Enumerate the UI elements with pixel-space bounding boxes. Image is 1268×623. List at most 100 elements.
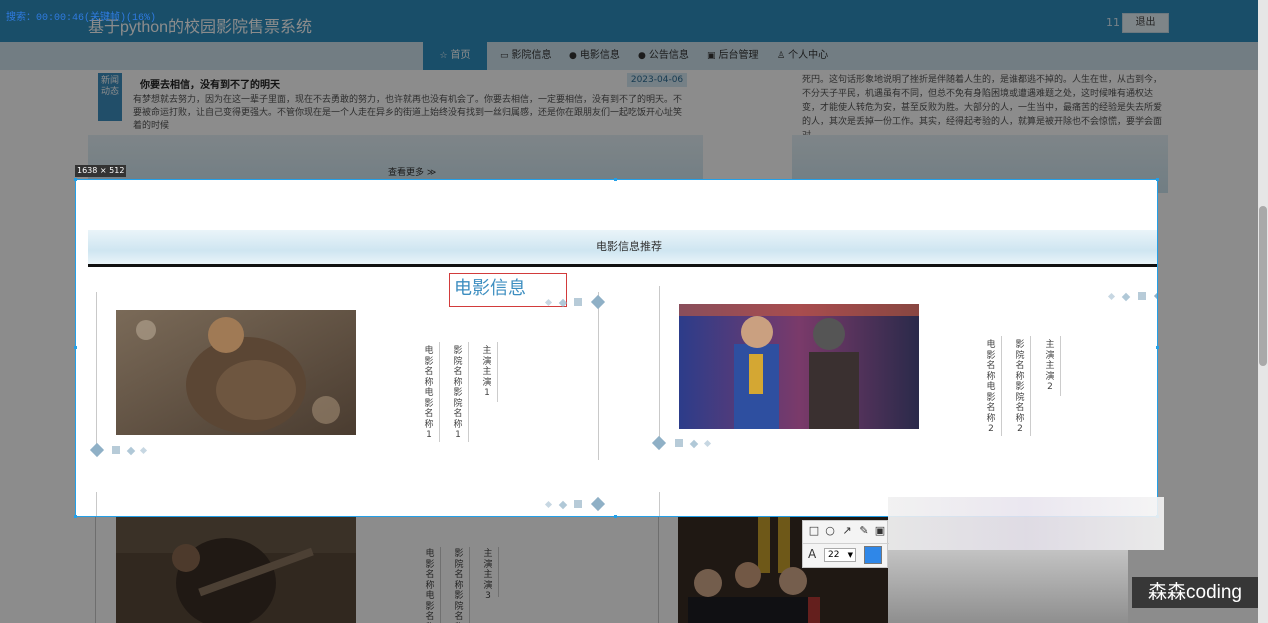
diamond-decoration: [1107, 292, 1116, 301]
column-separator: [1060, 336, 1061, 396]
resize-handle[interactable]: [614, 515, 617, 518]
recorder-status: 搜索：00:00:46(关键帧)(16%): [6, 13, 157, 24]
diamond-decoration: [139, 446, 148, 455]
column-separator: [468, 342, 469, 442]
section-underline: [88, 264, 1157, 267]
poster-image: [679, 304, 919, 429]
card-divider: [658, 517, 659, 623]
cinema-name: 影院名称影院名称3: [454, 549, 464, 623]
card-divider: [659, 492, 660, 516]
movie-name: 电影名称电影名称1: [424, 346, 434, 440]
scrollbar-thumb[interactable]: [1259, 206, 1267, 366]
movie-list-lower: 电影名称电影名称3 影院名称影院名称3 主演主演3: [0, 517, 888, 623]
nav-label: 电影信息: [579, 50, 620, 61]
font-size-value: 22: [828, 550, 840, 560]
user-icon: ♙: [777, 51, 786, 61]
resize-handle[interactable]: [74, 346, 77, 349]
column-separator: [498, 547, 499, 597]
nav-item-home[interactable]: ☆ 首页: [423, 42, 487, 70]
blurred-panel: [888, 550, 1128, 623]
resize-handle[interactable]: [1156, 178, 1159, 181]
arrow-icon[interactable]: ↗: [840, 524, 854, 538]
font-size-select[interactable]: 22 ▼: [824, 548, 856, 562]
rectangle-icon[interactable]: □: [807, 524, 821, 538]
diamond-decoration: [558, 500, 568, 510]
diamond-decoration: [689, 439, 699, 449]
column-separator: [469, 547, 470, 623]
movie-actors: 主演主演1: [482, 346, 492, 398]
diamond-decoration: [590, 496, 606, 512]
column-separator: [1001, 336, 1002, 436]
poster-image: [116, 517, 356, 623]
section-header: 电影信息推荐: [88, 230, 1157, 264]
movie-actors: 主演主演3: [483, 549, 493, 601]
poster-image: [116, 310, 356, 435]
shop-icon: ▣: [707, 51, 716, 61]
square-decoration: [112, 446, 120, 454]
diamond-decoration: [1153, 288, 1157, 304]
nav-label: 首页: [450, 50, 471, 61]
pen-icon[interactable]: ✎: [857, 524, 871, 538]
resize-handle[interactable]: [614, 178, 617, 181]
movie-name: 电影名称电影名称2: [986, 340, 996, 434]
nav-item-cinemas[interactable]: ▭ 影院信息: [500, 42, 552, 70]
blurred-panel: [888, 497, 1164, 550]
square-decoration: [1138, 292, 1146, 300]
selection-size-label: 1638 × 512: [75, 165, 127, 177]
font-size-icon: A: [808, 547, 817, 561]
calendar-icon: ▭: [500, 51, 509, 61]
top-header: 基于python的校园影院售票系统 11 退出: [0, 0, 1258, 42]
card-divider: [96, 492, 97, 516]
column-separator: [497, 342, 498, 402]
diamond-decoration: [89, 442, 105, 458]
square-decoration: [574, 298, 582, 306]
text-box-icon[interactable]: ▣: [873, 524, 887, 538]
capture-selection[interactable]: 电影信息推荐 电影信息 电影名称电影名称1 影院名称影院名称1 主演主演1 电影…: [75, 179, 1158, 517]
diamond-decoration: [590, 294, 606, 310]
main-nav: ☆ 首页 ▭ 影院信息 ● 电影信息 ● 公告信息 ▣ 后台管理 ♙ 个人中心: [0, 42, 1258, 70]
news-tag: 新闻动态: [98, 73, 122, 121]
news-body: 有梦想就去努力，因为在这一辈子里面，现在不去勇敢的努力，也许就再也没有机会了。你…: [133, 95, 683, 131]
side-article-body: 死円。这句话形象地说明了挫折是伴随着人生的，是谁都逃不掉的。人生在世，从古到今，…: [802, 75, 1163, 141]
nav-label: 影院信息: [511, 50, 552, 61]
movie-poster-1[interactable]: [116, 310, 356, 435]
nav-label: 后台管理: [718, 50, 759, 61]
logout-button[interactable]: 退出: [1122, 13, 1169, 33]
resize-handle[interactable]: [1156, 346, 1159, 349]
square-decoration: [574, 500, 582, 508]
card-divider: [598, 292, 599, 460]
nav-item-profile[interactable]: ♙ 个人中心: [777, 42, 828, 70]
circle-icon[interactable]: ○: [823, 524, 837, 538]
nav-item-movies[interactable]: ● 电影信息: [569, 42, 620, 70]
movie-name: 电影名称电影名称3: [425, 549, 435, 623]
cinema-name: 影院名称影院名称2: [1015, 340, 1025, 434]
resize-handle[interactable]: [74, 515, 77, 518]
movie-actors: 主演主演2: [1045, 340, 1055, 392]
column-separator: [1030, 336, 1031, 436]
annotation-toolbar: □ ○ ↗ ✎ ▣ A 22 ▼: [802, 520, 889, 568]
more-link[interactable]: 查看更多 ≫: [388, 165, 436, 178]
movie-poster-2[interactable]: [679, 304, 919, 429]
card-divider: [95, 517, 96, 623]
chevron-down-icon: ▼: [847, 551, 853, 559]
diamond-decoration: [126, 446, 136, 456]
movie-poster-3[interactable]: [116, 517, 356, 623]
color-swatch[interactable]: [864, 546, 882, 564]
diamond-decoration: [651, 435, 667, 451]
cinema-name: 影院名称影院名称1: [453, 346, 463, 440]
diamond-decoration: [544, 500, 553, 509]
star-icon: ☆: [439, 51, 448, 61]
nav-label: 个人中心: [788, 50, 829, 61]
nav-item-admin[interactable]: ▣ 后台管理: [707, 42, 759, 70]
info-circle-icon: ●: [569, 51, 577, 61]
column-separator: [439, 342, 440, 442]
column-separator: [440, 547, 441, 623]
user-id: 11: [1106, 16, 1120, 29]
card-divider: [659, 286, 660, 446]
diamond-decoration: [1121, 292, 1131, 302]
resize-handle[interactable]: [74, 178, 77, 181]
news-title[interactable]: 你要去相信，没有到不了的明天: [140, 76, 280, 91]
nav-item-notices[interactable]: ● 公告信息: [638, 42, 689, 70]
diamond-decoration: [703, 439, 712, 448]
nav-label: 公告信息: [648, 50, 689, 61]
